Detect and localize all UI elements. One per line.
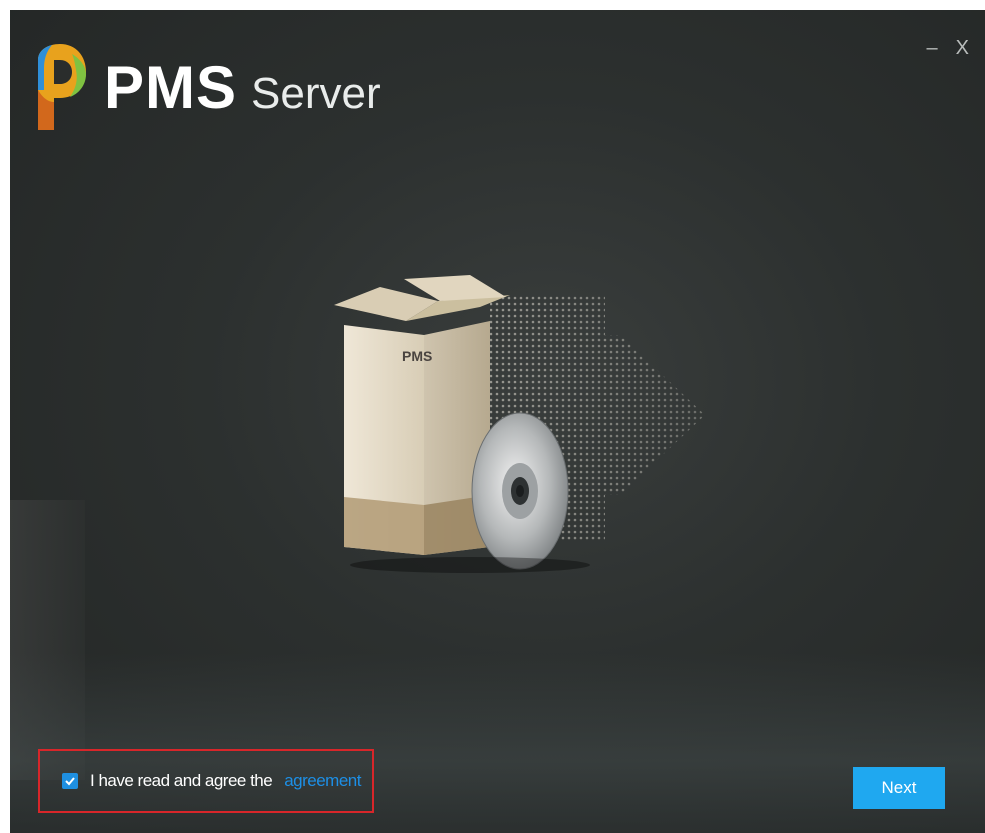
agree-text: I have read and agree the bbox=[90, 771, 273, 790]
agreement-highlight: I have read and agree the agreement bbox=[38, 749, 374, 813]
agree-checkbox[interactable] bbox=[62, 773, 78, 789]
cd-disc-icon bbox=[471, 412, 569, 570]
next-button[interactable]: Next bbox=[853, 767, 945, 809]
brand-header: PMS Server bbox=[28, 42, 381, 134]
minimize-button[interactable]: – bbox=[927, 38, 938, 58]
box-label: PMS bbox=[402, 348, 432, 364]
agreement-link[interactable]: agreement bbox=[284, 771, 361, 791]
window-controls: – X bbox=[927, 38, 969, 58]
checkmark-icon bbox=[65, 777, 75, 786]
installer-illustration: PMS bbox=[334, 275, 705, 573]
installer-window: PMS Server – X PMS I have read and agree… bbox=[10, 10, 985, 833]
close-button[interactable]: X bbox=[956, 38, 969, 58]
brand-name: PMS bbox=[104, 54, 238, 121]
brand-subtitle: Server bbox=[251, 69, 381, 118]
pms-logo-icon bbox=[38, 44, 86, 130]
